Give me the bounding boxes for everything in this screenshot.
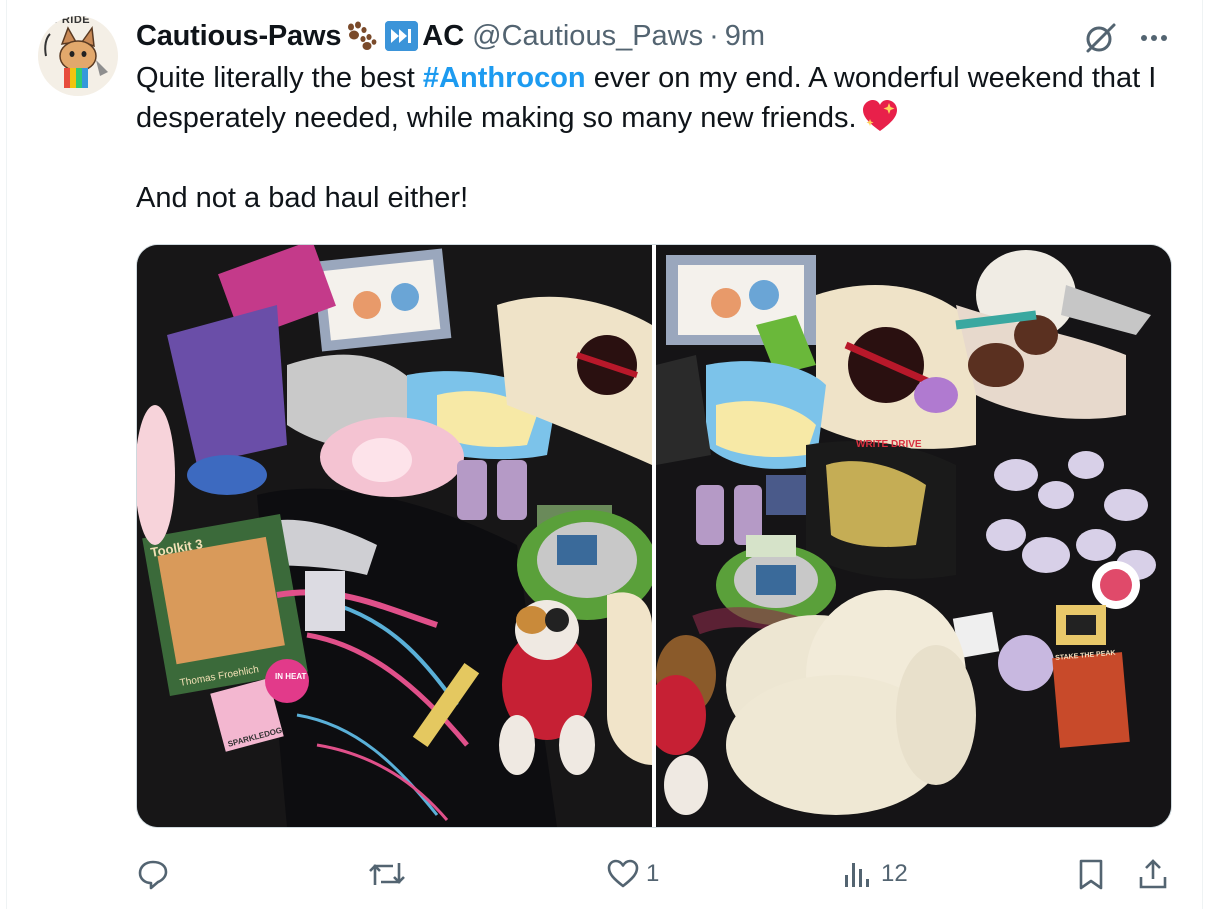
tweet-text-paragraph-2: And not a bad haul either!	[136, 182, 469, 214]
paw-prints-icon	[343, 21, 379, 51]
like-button[interactable]: 1	[606, 846, 659, 902]
tweet-header: Cautious-Paws AC @Cautious_Paws · 9m	[136, 16, 765, 56]
reply-button[interactable]	[136, 846, 176, 902]
photo-right[interactable]: WRITE DRIVE STAKE THE PEAK	[656, 245, 1171, 827]
like-count: 1	[646, 860, 660, 887]
timestamp[interactable]: 9m	[725, 20, 765, 53]
grok-icon	[1086, 23, 1116, 53]
hashtag-link[interactable]: #Anthrocon	[423, 62, 586, 94]
views-icon	[845, 863, 869, 887]
share-icon	[1139, 859, 1167, 889]
retweet-icon	[369, 863, 405, 885]
views-count: 12	[881, 860, 908, 887]
media-grid: Toolkit 3 Thomas Froehlich SPARKLEDOG IN…	[136, 244, 1172, 828]
heart-icon	[607, 859, 639, 888]
timeline-border-left	[6, 0, 7, 909]
badge-text: IN HEAT	[275, 672, 307, 681]
bookmark-icon	[1079, 859, 1103, 890]
retweet-button[interactable]	[367, 846, 413, 902]
tweet-text-paragraph-1: Quite literally the best #Anthrocon ever…	[136, 58, 1176, 138]
user-handle[interactable]: @Cautious_Paws	[472, 20, 703, 53]
share-button[interactable]	[1136, 846, 1170, 902]
tweet-text-before-hashtag: Quite literally the best	[136, 62, 423, 94]
avatar-caption: PRIDE	[54, 16, 91, 26]
fast-forward-icon	[385, 21, 419, 51]
avatar[interactable]: PRIDE	[38, 16, 118, 96]
more-icon	[1141, 35, 1167, 41]
display-name-suffix[interactable]: AC	[422, 20, 464, 53]
tweet-text: Quite literally the best #Anthrocon ever…	[136, 58, 1176, 218]
sparkling-heart-icon	[861, 99, 899, 133]
timeline-border-right	[1202, 0, 1203, 909]
views-button[interactable]: 12	[841, 846, 908, 902]
reply-icon	[138, 860, 168, 890]
bookmark-button[interactable]	[1074, 846, 1108, 902]
photo-left[interactable]: Toolkit 3 Thomas Froehlich SPARKLEDOG IN…	[137, 245, 652, 827]
band-text: WRITE DRIVE	[856, 439, 922, 450]
display-name[interactable]: Cautious-Paws	[136, 20, 341, 53]
more-button[interactable]	[1134, 18, 1174, 58]
grok-button[interactable]	[1080, 18, 1120, 58]
tweet-actions: 1 12	[136, 846, 1176, 902]
separator-dot: ·	[709, 19, 719, 52]
